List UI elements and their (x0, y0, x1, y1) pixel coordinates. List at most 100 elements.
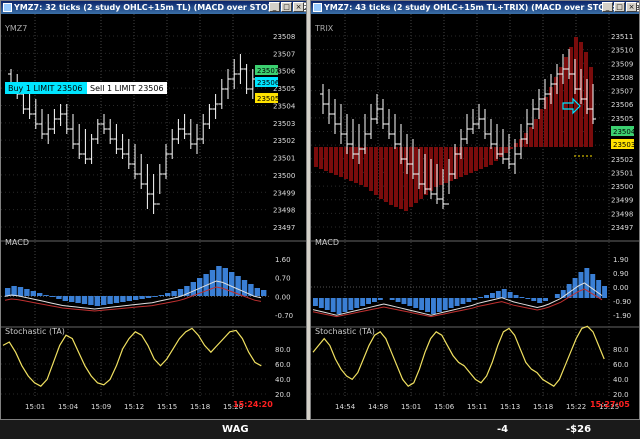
macd-histogram-bar (525, 298, 531, 299)
macd-histogram-bar (348, 298, 354, 310)
left-price-label-yellow-text: 23505 (257, 95, 279, 103)
time-tick-label: 15:13 (500, 403, 520, 411)
macd-histogram-bar (490, 293, 495, 298)
price-tick-label: 23500 (611, 183, 633, 191)
right-title-bar[interactable]: YMZ7: 43 ticks (2 study OHLC+15m TL+TRIX… (311, 1, 639, 14)
left-chart-canvas[interactable]: YMZ7 MACD Stochastic (TA) 15:01 15:04 15:0… (1, 14, 306, 420)
macd-histogram-bar (17, 287, 24, 296)
right-price-label-green-text: 23504 (613, 128, 636, 136)
left-stoch-title: Stochastic (TA) (5, 327, 65, 336)
price-tick-label: 23500 (273, 172, 295, 180)
macd-histogram-bar (318, 298, 324, 308)
maximize-icon[interactable]: □ (281, 2, 292, 12)
right-chart-canvas[interactable]: TRIX MACD Stochastic (TA) 14:54 14:58 15:0… (311, 14, 639, 420)
macd-histogram-bar (419, 298, 425, 310)
macd-histogram-bar (43, 295, 49, 296)
stoch-tick-label: 60.0 (275, 361, 291, 369)
macd-histogram-bar (261, 290, 267, 296)
minimize-icon[interactable]: _ (269, 2, 280, 12)
macd-histogram-bar (431, 298, 436, 314)
account-name: WAG (222, 424, 249, 435)
time-tick-label: 15:11 (467, 403, 487, 411)
close-icon[interactable]: × (626, 2, 637, 12)
trix-histogram-bar (534, 119, 538, 147)
macd-tick-label: -0.90 (613, 298, 631, 306)
macd-histogram-bar (145, 296, 152, 298)
trix-histogram-bar (319, 147, 323, 169)
macd-histogram-bar (501, 289, 507, 298)
trix-histogram-bar (359, 147, 363, 185)
macd-histogram-bar (5, 288, 11, 296)
macd-histogram-bar (62, 296, 68, 301)
macd-histogram-bar (126, 296, 132, 301)
sell-limit-order-text: Sell 1 LIMIT 23506 (90, 84, 164, 93)
macd-histogram-bar (152, 296, 158, 297)
macd-tick-label: 1.60 (275, 256, 291, 264)
macd-histogram-bar (366, 298, 371, 304)
macd-histogram-bar (107, 296, 113, 304)
macd-tick-label: 0.70 (275, 275, 291, 283)
chart-app-icon (313, 3, 322, 12)
macd-histogram-bar (554, 294, 560, 298)
trix-histogram-bar (314, 147, 318, 167)
price-tick-label: 23508 (273, 33, 295, 41)
trix-histogram-bar (339, 147, 343, 177)
trix-histogram-bar (539, 109, 543, 147)
macd-histogram-bar (24, 289, 30, 296)
macd-histogram-bar (425, 298, 430, 312)
time-tick-label: 15:04 (58, 403, 79, 411)
macd-histogram-bar (372, 298, 377, 302)
right-symbol-label: TRIX (314, 24, 334, 33)
macd-histogram-bar (81, 296, 88, 304)
trix-histogram-bar (489, 147, 493, 165)
macd-histogram-bar (442, 298, 448, 310)
maximize-icon[interactable]: □ (614, 2, 625, 12)
macd-histogram-bar (448, 298, 454, 308)
trix-histogram-bar (469, 147, 473, 173)
stochastic-line (2, 327, 262, 387)
left-macd-title: MACD (5, 238, 29, 247)
macd-histogram-bar (436, 298, 442, 312)
time-tick-label: 14:58 (368, 403, 388, 411)
trix-histogram-bar (499, 147, 503, 157)
macd-histogram-bar (56, 296, 62, 299)
macd-histogram-bar (222, 268, 228, 296)
macd-histogram-bar (101, 296, 107, 305)
left-chart-window: YMZ7: 32 ticks (2 study OHLC+15m TL) (MA… (0, 0, 307, 420)
macd-histogram-bar (413, 298, 419, 308)
time-tick-label: 15:01 (401, 403, 421, 411)
position-value: -4 (497, 424, 509, 435)
trix-histogram-bar (384, 147, 388, 202)
macd-histogram-bar (401, 298, 407, 304)
macd-histogram-bar (165, 293, 171, 296)
trix-histogram-bar (334, 147, 338, 175)
trix-histogram-bar (509, 147, 513, 149)
price-tick-label: 23502 (611, 156, 633, 164)
macd-histogram-bar (389, 298, 395, 300)
close-icon[interactable]: × (293, 2, 304, 12)
minimize-icon[interactable]: _ (602, 2, 613, 12)
time-tick-label: 15:09 (91, 403, 111, 411)
macd-histogram-bar (88, 296, 94, 305)
time-tick-label: 15:22 (566, 403, 586, 411)
right-macd-title: MACD (315, 238, 339, 247)
time-tick-label: 15:06 (434, 403, 455, 411)
time-tick-label: 15:18 (533, 403, 553, 411)
price-tick-label: 23509 (611, 60, 633, 68)
macd-histogram-bar (11, 286, 17, 296)
macd-histogram-bar (354, 298, 360, 308)
macd-histogram-bar (49, 296, 56, 297)
price-tick-label: 23511 (611, 33, 633, 41)
right-chart-window: YMZ7: 43 ticks (2 study OHLC+15m TL+TRIX… (310, 0, 640, 420)
stoch-tick-label: 80.0 (613, 346, 629, 354)
macd-histogram-bar (158, 295, 164, 296)
macd-histogram-bar (466, 298, 472, 302)
trix-histogram-bar (324, 147, 328, 171)
left-price-label-green-text: 23507 (257, 67, 279, 75)
macd-histogram-bar (478, 297, 484, 298)
trix-histogram-bar (354, 147, 358, 183)
price-tick-label: 23503 (273, 120, 295, 128)
price-tick-label: 23507 (611, 88, 633, 96)
left-title-bar[interactable]: YMZ7: 32 ticks (2 study OHLC+15m TL) (MA… (1, 1, 306, 14)
price-tick-label: 23501 (611, 169, 633, 177)
